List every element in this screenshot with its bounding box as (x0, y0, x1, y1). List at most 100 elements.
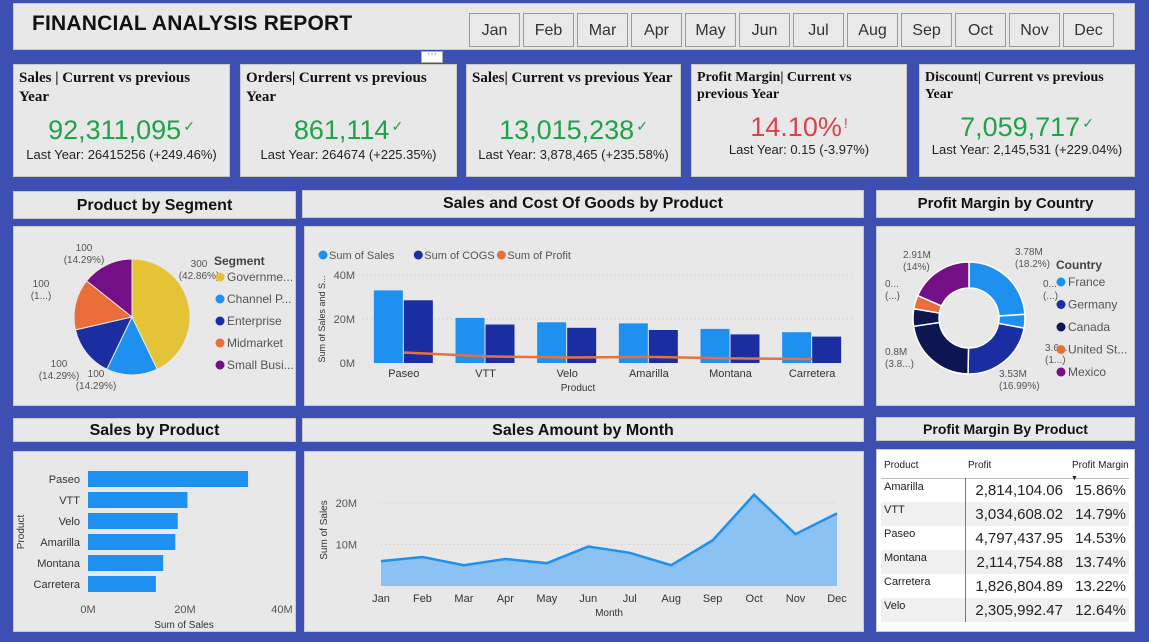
kpi-last-year: Last Year: 3,878,465 (+235.58%) (478, 147, 669, 162)
legend-title: Country (1056, 258, 1102, 272)
legend-label: Germany (1068, 298, 1117, 312)
bar-sales (88, 471, 249, 487)
legend-title: Segment (214, 254, 265, 268)
table-cell: Carretera (884, 576, 931, 588)
kpi-card: Orders| Current vs previous Year 861,114 ✓… (240, 64, 457, 177)
kpi-last-year: Last Year: 264674 (+225.35%) (260, 147, 437, 162)
kpi-card: Sales| Current vs previous Year 13,015,23… (466, 64, 681, 177)
sales-product-chart-title: Sales by Product (13, 418, 296, 442)
bar-sales (88, 576, 156, 592)
donut-data-label: (...) (1043, 291, 1058, 302)
donut-data-label: (18.2%) (1015, 259, 1050, 270)
kpi-last-year: Last Year: 0.15 (-3.97%) (728, 142, 870, 157)
y-axis-label: Sum of Sales (319, 500, 330, 559)
kpi-value: 861,114 ✓ (241, 115, 456, 146)
x-tick-label: Montana (709, 368, 753, 380)
month-button-oct[interactable]: Oct (955, 13, 1006, 47)
table-cell: 2,305,992.47 (964, 598, 1069, 622)
donut-data-label: (...) (885, 291, 900, 302)
column-header[interactable]: Product (881, 454, 965, 478)
kpi-value: 14.10%! (692, 112, 906, 143)
table-row[interactable]: Velo 2,305,992.47 12.64% (881, 598, 1129, 622)
kpi-last-year: Last Year: 2,145,531 (+229.04%) (931, 142, 1123, 157)
month-button-mar[interactable]: Mar (577, 13, 628, 47)
donut-data-label: (1...) (1045, 355, 1066, 366)
pie-data-label: 100 (33, 279, 50, 290)
donut-data-label: 0... (1043, 279, 1057, 290)
sales-month-chart-title: Sales Amount by Month (302, 418, 864, 442)
donut-slice (967, 322, 1025, 375)
month-button-feb[interactable]: Feb (523, 13, 574, 47)
table-cell: VTT (884, 504, 905, 516)
kpi-card: Sales | Current vs previous Year 92,311,0… (13, 64, 230, 177)
column-header[interactable]: Profit (965, 454, 1069, 478)
table-cell: 12.64% (1075, 601, 1126, 619)
more-options-icon[interactable]: ⋯ (421, 50, 443, 63)
legend-marker (1056, 367, 1066, 377)
legend-label: Small Busi... (227, 358, 294, 372)
sales-month-chart-panel: 10M 20M Jan Feb Mar Apr May Jun Jul Aug Sep Oct Nov D… (304, 451, 864, 632)
report-title: FINANCIAL ANALYSIS REPORT (32, 12, 353, 35)
x-axis-label: Month (595, 608, 623, 619)
donut-data-label: 2.91M (903, 250, 931, 261)
month-button-jul[interactable]: Jul (793, 13, 844, 47)
pie-data-label: (42.86%) (179, 271, 220, 282)
table-cell: Amarilla (884, 480, 924, 493)
table-cell: 13.22% (1075, 577, 1126, 595)
y-tick-label: Velo (59, 516, 80, 528)
x-tick-label: Sep (703, 593, 723, 605)
month-button-jan[interactable]: Jan (469, 13, 520, 47)
kpi-title: Sales | Current vs previous Year (19, 70, 191, 105)
y-tick-label: Montana (37, 558, 81, 570)
country-chart-panel: 3.78M (18.2%) 0... (...) 3.6... (1...) 3.53M (1… (876, 226, 1135, 406)
table-row[interactable]: Paseo 4,797,437.95 14.53% (881, 526, 1129, 550)
bar-sales (88, 555, 164, 571)
kpi-title: Orders| Current vs previous Year (246, 70, 427, 105)
kpi-value: 13,015,238 ✓ (467, 115, 680, 146)
column-header[interactable]: Profit Margin ▼ (1069, 454, 1129, 481)
x-tick-label: Paseo (388, 368, 419, 380)
table-cell: 3,034,608.02 (964, 502, 1069, 526)
table-cell: 2,114,754.88 (964, 550, 1069, 574)
kpi-value-text: 14.10% (750, 112, 842, 142)
table-row[interactable]: VTT 3,034,608.02 14.79% (881, 502, 1129, 526)
x-tick-label: Jun (579, 593, 597, 605)
legend-marker (215, 294, 225, 304)
pie-data-label: 100 (76, 243, 93, 254)
legend-label: Midmarket (227, 336, 284, 350)
month-button-dec[interactable]: Dec (1063, 13, 1114, 47)
kpi-title: Sales| Current vs previous Year (472, 70, 673, 86)
month-button-jun[interactable]: Jun (739, 13, 790, 47)
legend-label: Governme... (227, 270, 293, 284)
y-axis-label: Product (16, 515, 27, 550)
table-row[interactable]: Montana 2,114,754.88 13.74% (881, 550, 1129, 574)
check-icon: ✓ (1082, 115, 1094, 131)
month-button-nov[interactable]: Nov (1009, 13, 1060, 47)
y-tick-label: Paseo (49, 474, 80, 486)
kpi-value: 92,311,095 ✓ (14, 115, 229, 146)
legend-marker (1056, 322, 1066, 332)
month-button-may[interactable]: May (685, 13, 736, 47)
table-cell: 4,797,437.95 (964, 526, 1069, 550)
table-cell: 14.53% (1075, 529, 1126, 547)
x-tick-label: 0M (80, 604, 95, 616)
pie-data-label: 100 (88, 369, 105, 380)
legend-label: Canada (1068, 320, 1110, 334)
legend-marker (215, 272, 225, 282)
kpi-card: Discount| Current vs previous Year 7,059,… (919, 64, 1135, 177)
month-button-aug[interactable]: Aug (847, 13, 898, 47)
table-cell: 2,814,104.06 (964, 478, 1069, 502)
bar-sales (88, 534, 176, 550)
table-cell: 1,826,804.89 (964, 574, 1069, 598)
x-tick-label: Jan (372, 593, 390, 605)
month-button-sep[interactable]: Sep (901, 13, 952, 47)
month-button-apr[interactable]: Apr (631, 13, 682, 47)
x-axis-label: Sum of Sales (154, 620, 213, 631)
table-row[interactable]: Amarilla 2,814,104.06 15.86% (881, 478, 1129, 502)
x-tick-label: Nov (786, 593, 806, 605)
legend-marker (215, 360, 225, 370)
x-tick-label: May (536, 593, 557, 605)
sort-desc-icon[interactable]: ▼ (1071, 475, 1078, 482)
x-tick-label: Jul (623, 593, 637, 605)
table-row[interactable]: Carretera 1,826,804.89 13.22% (881, 574, 1129, 598)
